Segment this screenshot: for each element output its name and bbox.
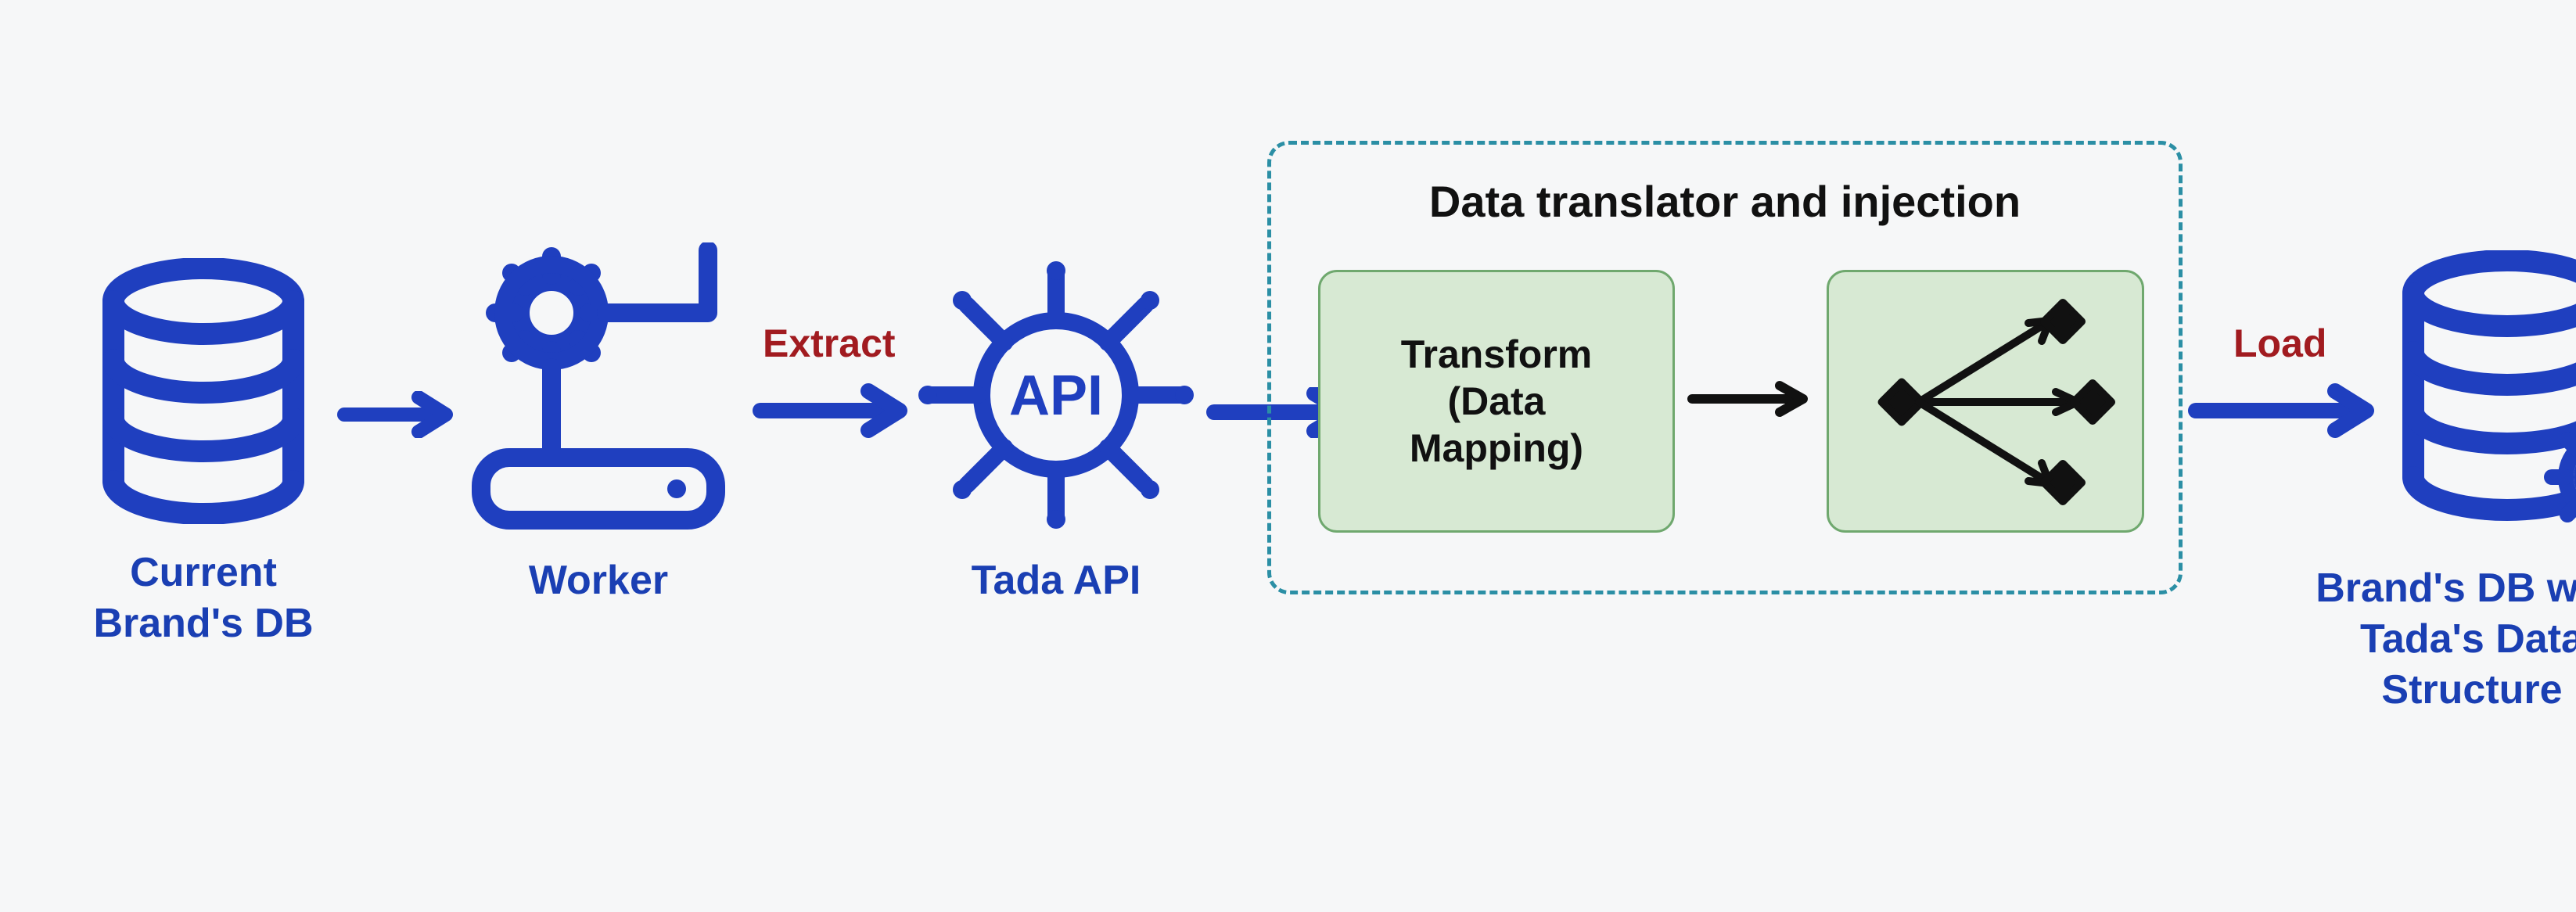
fanout-box bbox=[1827, 270, 2144, 533]
transform-box: Transform(DataMapping) bbox=[1318, 270, 1675, 533]
arrow-load bbox=[2186, 383, 2382, 438]
worker-label: Worker bbox=[458, 555, 739, 606]
svg-text:API: API bbox=[1009, 364, 1103, 427]
stage-container: Data translator and injection Transform(… bbox=[1267, 141, 2183, 594]
source-db-label: CurrentBrand's DB bbox=[78, 548, 329, 649]
source-db-node: CurrentBrand's DB bbox=[78, 258, 329, 649]
api-node: API Tada API bbox=[915, 258, 1197, 606]
extract-label: Extract bbox=[763, 321, 896, 366]
arrow-extract bbox=[751, 383, 915, 438]
stage-title: Data translator and injection bbox=[1271, 176, 2179, 227]
arrow-1 bbox=[336, 391, 462, 438]
api-icon: API bbox=[915, 258, 1197, 532]
diagram-canvas: CurrentBrand's DB bbox=[0, 0, 2576, 912]
api-label: Tada API bbox=[915, 555, 1197, 606]
target-db-label: Brand's DB withTada's DataStructure bbox=[2284, 563, 2576, 716]
load-label: Load bbox=[2233, 321, 2326, 366]
worker-node: Worker bbox=[458, 242, 739, 606]
database-icon bbox=[78, 258, 329, 524]
fanout-icon bbox=[1845, 288, 2126, 515]
worker-icon bbox=[458, 242, 739, 532]
database-gear-icon bbox=[2378, 250, 2576, 540]
arrow-inner bbox=[1686, 379, 1819, 418]
transform-label: Transform(DataMapping) bbox=[1401, 331, 1593, 472]
target-db-node: Brand's DB withTada's DataStructure bbox=[2378, 250, 2576, 716]
